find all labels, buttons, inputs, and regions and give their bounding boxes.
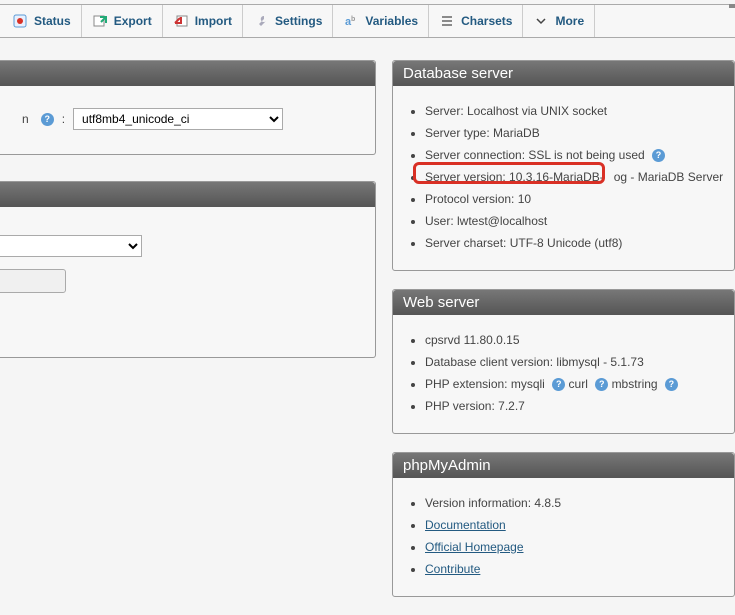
main-toolbar: Status Export Import Settings ab Variabl… xyxy=(0,4,735,38)
more-label: More xyxy=(555,14,584,28)
help-icon[interactable]: ? xyxy=(665,378,678,391)
protocol-info: Protocol version: 10 xyxy=(425,190,724,208)
panel-header: Database server xyxy=(393,61,734,86)
chevron-down-icon xyxy=(533,13,549,29)
resize-handle[interactable] xyxy=(729,4,735,8)
more-tab[interactable]: More xyxy=(523,5,595,37)
server-connection-info: Server connection: SSL is not being used… xyxy=(425,146,724,164)
panel-header: phpMyAdmin xyxy=(393,453,734,478)
appearance-panel: s xyxy=(0,181,376,358)
language-select[interactable] xyxy=(0,235,142,257)
import-tab[interactable]: Import xyxy=(163,5,243,37)
homepage-link[interactable]: Official Homepage xyxy=(425,540,524,554)
panel-header xyxy=(0,61,375,86)
web-server-panel: Web server cpsrvd 11.80.0.15 Database cl… xyxy=(392,289,735,434)
collation-label-tail: n xyxy=(22,112,29,126)
status-icon xyxy=(12,13,28,29)
server-info: Server: Localhost via UNIX socket xyxy=(425,102,724,120)
php-ext-info: PHP extension: mysqli ? curl ? mbstring … xyxy=(425,375,724,393)
help-icon[interactable]: ? xyxy=(652,149,665,162)
php-version-info: PHP version: 7.2.7 xyxy=(425,397,724,415)
user-info: User: lwtest@localhost xyxy=(425,212,724,230)
phpmyadmin-panel: phpMyAdmin Version information: 4.8.5 Do… xyxy=(392,452,735,597)
web-server-info: cpsrvd 11.80.0.15 xyxy=(425,331,724,349)
help-icon[interactable]: ? xyxy=(552,378,565,391)
export-label: Export xyxy=(114,14,152,28)
status-label: Status xyxy=(34,14,71,28)
svg-text:b: b xyxy=(351,16,355,23)
server-type-info: Server type: MariaDB xyxy=(425,124,724,142)
help-icon[interactable]: ? xyxy=(595,378,608,391)
client-version-info: Database client version: libmysql - 5.1.… xyxy=(425,353,724,371)
pma-version-info: Version information: 4.8.5 xyxy=(425,494,724,512)
general-settings-panel: n ? : utf8mb4_unicode_ci xyxy=(0,60,376,155)
status-tab[interactable]: Status xyxy=(2,5,82,37)
panel-header: s xyxy=(0,182,375,207)
charsets-tab[interactable]: Charsets xyxy=(429,5,523,37)
panel-header: Web server xyxy=(393,290,734,315)
export-tab[interactable]: Export xyxy=(82,5,163,37)
wrench-icon xyxy=(253,13,269,29)
collation-colon: : xyxy=(62,112,65,126)
theme-button[interactable] xyxy=(0,269,66,293)
charset-info: Server charset: UTF-8 Unicode (utf8) xyxy=(425,234,724,252)
contribute-link[interactable]: Contribute xyxy=(425,562,480,576)
collation-select[interactable]: utf8mb4_unicode_ci xyxy=(73,108,283,130)
settings-label: Settings xyxy=(275,14,322,28)
charsets-label: Charsets xyxy=(461,14,512,28)
variables-icon: ab xyxy=(343,13,359,29)
import-label: Import xyxy=(195,14,232,28)
import-icon xyxy=(173,13,189,29)
help-icon[interactable]: ? xyxy=(41,113,54,126)
settings-tab[interactable]: Settings xyxy=(243,5,333,37)
export-icon xyxy=(92,13,108,29)
server-version-info: Server version: 10.3.16-MariaDB-og - Mar… xyxy=(425,168,724,186)
charsets-icon xyxy=(439,13,455,29)
variables-label: Variables xyxy=(365,14,418,28)
database-server-panel: Database server Server: Localhost via UN… xyxy=(392,60,735,271)
documentation-link[interactable]: Documentation xyxy=(425,518,506,532)
variables-tab[interactable]: ab Variables xyxy=(333,5,429,37)
